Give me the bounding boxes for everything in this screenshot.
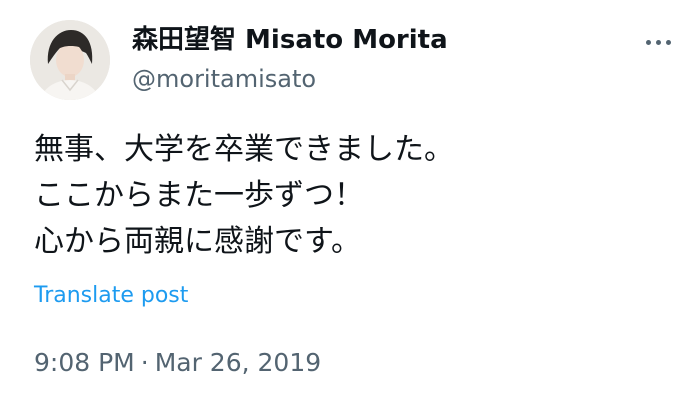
more-dots-icon (645, 39, 651, 45)
tweet-timestamp: 9:08 PM · Mar 26, 2019 (34, 346, 321, 380)
tweet-time[interactable]: 9:08 PM (34, 348, 135, 377)
more-dots-icon (665, 39, 671, 45)
avatar[interactable] (30, 20, 110, 100)
tweet-text-line: 心から両親に感謝です。 (34, 224, 361, 259)
tweet: 森田望智 Misato Morita @moritamisato 無事、大学を卒… (0, 0, 700, 414)
author-display-name[interactable]: 森田望智 Misato Morita (132, 22, 448, 58)
author-info: 森田望智 Misato Morita @moritamisato (132, 22, 448, 96)
more-dots-icon (655, 39, 661, 45)
author-handle[interactable]: @moritamisato (132, 62, 448, 96)
tweet-text: 無事、大学を卒業できました。 ここからまた一歩ずつ！ 心から両親に感謝です。 (34, 127, 674, 265)
translate-post-link[interactable]: Translate post (34, 281, 188, 311)
tweet-text-line: ここからまた一歩ずつ！ (34, 178, 364, 213)
tweet-date[interactable]: Mar 26, 2019 (155, 348, 321, 377)
more-options-button[interactable] (640, 30, 676, 54)
profile-photo-icon (30, 20, 110, 100)
timestamp-separator: · (140, 348, 149, 377)
tweet-text-line: 無事、大学を卒業できました。 (34, 132, 454, 167)
